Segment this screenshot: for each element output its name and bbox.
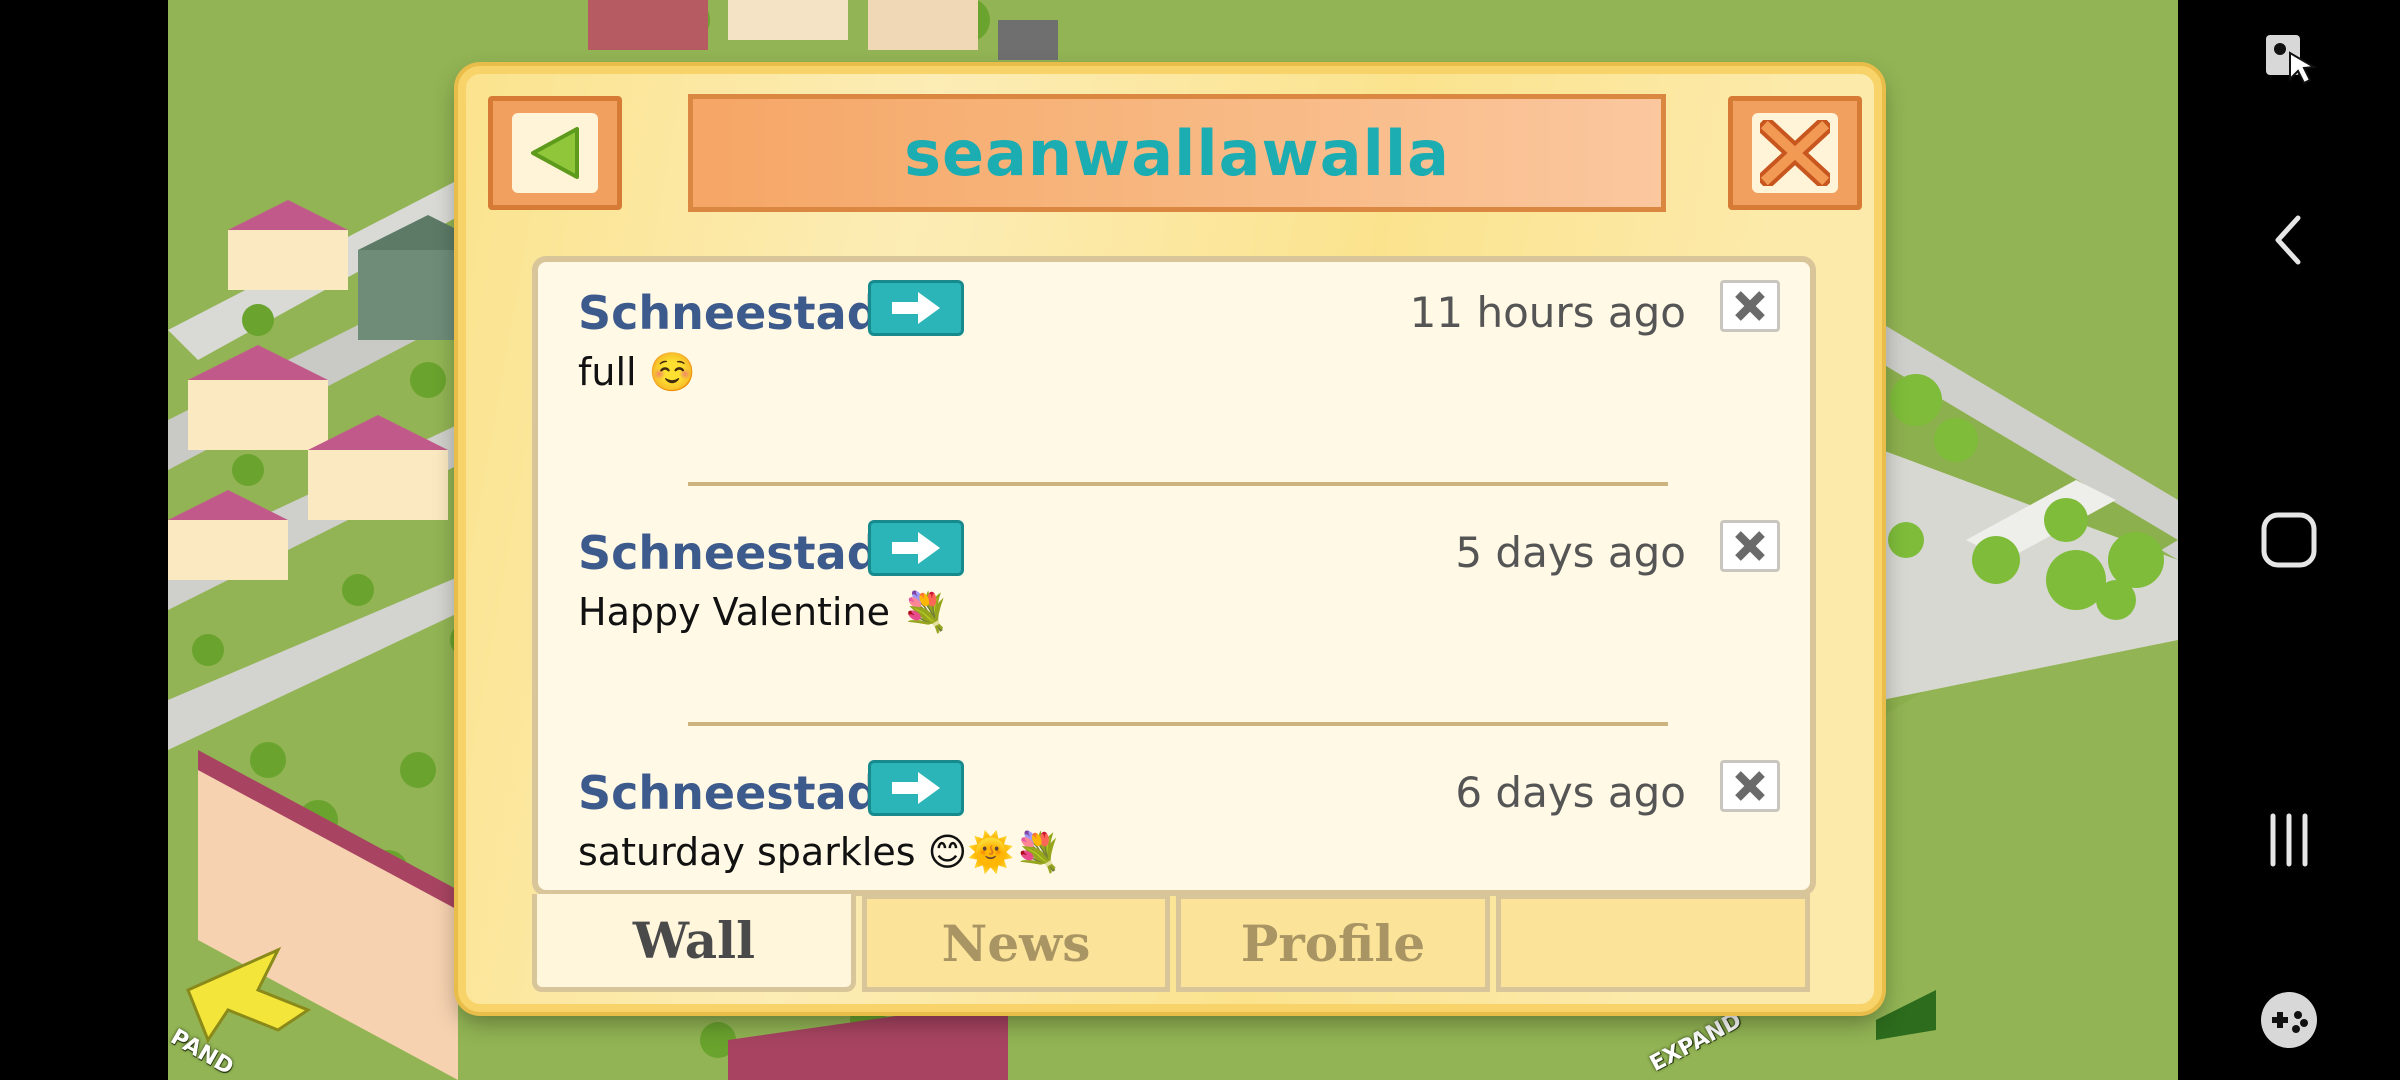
home-nav-button[interactable] [2178,480,2400,600]
recents-icon [2270,813,2308,867]
tab-empty [1496,894,1810,992]
tab-profile[interactable]: Profile [1176,894,1490,992]
wall-post: Schneestadt 5 days ago Happy Valentine 💐 [538,502,1810,742]
tab-news[interactable]: News [862,894,1170,992]
back-chevron-icon [2275,215,2301,265]
dialog-tabs: Wall News Profile [532,894,1816,992]
home-square-icon [2261,512,2317,568]
cyan-arrow-right-icon [892,292,940,324]
orange-x-icon [1760,120,1830,186]
visit-town-button[interactable] [868,280,964,336]
tab-wall[interactable]: Wall [532,894,856,992]
gray-x-icon [1735,771,1765,801]
close-button-face [1752,113,1838,193]
green-triangle-left-icon [531,127,579,179]
post-author[interactable]: Schneestadt [578,526,902,580]
player-wall-dialog: seanwallawalla Schneestadt 11 hours ago [458,66,1882,1012]
cyan-arrow-right-icon [892,772,940,804]
wall-posts-panel[interactable]: Schneestadt 11 hours ago full ☺️ Schnees… [532,256,1816,896]
post-author[interactable]: Schneestadt [578,766,902,820]
delete-post-button[interactable] [1720,520,1780,572]
post-timestamp: 6 days ago [1455,768,1686,817]
delete-post-button[interactable] [1720,280,1780,332]
post-author[interactable]: Schneestadt [578,286,902,340]
wall-post: Schneestadt 11 hours ago full ☺️ [538,262,1810,502]
delete-post-button[interactable] [1720,760,1780,812]
screen-assist-icon [2266,35,2318,85]
gray-x-icon [1735,531,1765,561]
recents-nav-button[interactable] [2178,780,2400,900]
wall-post: Schneestadt 6 days ago saturday sparkles… [538,742,1810,890]
back-nav-button[interactable] [2178,180,2400,300]
system-navigation-bar [2178,0,2400,1080]
game-launcher-button[interactable] [2178,960,2400,1080]
back-button[interactable] [488,96,622,210]
post-timestamp: 5 days ago [1455,528,1686,577]
close-button[interactable] [1728,96,1862,210]
game-launcher-icon [2261,992,2317,1048]
gray-x-icon [1735,291,1765,321]
back-button-face [512,113,598,193]
post-timestamp: 11 hours ago [1409,288,1686,337]
visit-town-button[interactable] [868,760,964,816]
screen-assist-button[interactable] [2178,0,2400,120]
post-message: Happy Valentine 💐 [578,590,950,634]
post-message: full ☺️ [578,350,696,394]
post-divider [688,482,1668,486]
cyan-arrow-right-icon [892,532,940,564]
post-divider [688,722,1668,726]
post-message: saturday sparkles 😊🌞💐 [578,830,1062,874]
player-name-title: seanwallawalla [904,116,1450,190]
title-bar: seanwallawalla [688,94,1666,212]
visit-town-button[interactable] [868,520,964,576]
